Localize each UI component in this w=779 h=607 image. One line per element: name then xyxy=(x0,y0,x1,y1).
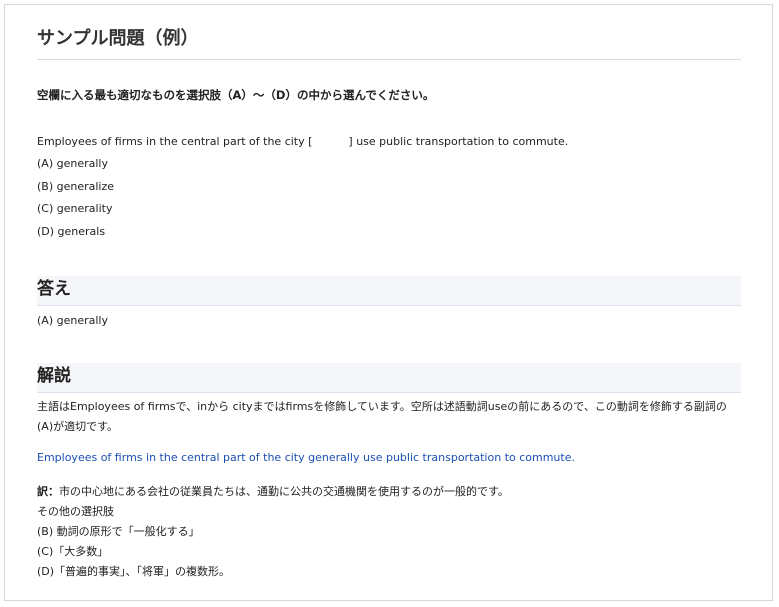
question-after-blank: ] use public transportation to commute. xyxy=(348,135,569,148)
page-frame: サンプル問題（例） 空欄に入る最も適切なものを選択肢（A）～（D）の中から選んで… xyxy=(4,4,773,601)
translation-label: 訳： xyxy=(37,485,59,498)
choice-a: (A) generally xyxy=(37,157,108,170)
other-choices-list: (B) 動詞の原形で「一般化する」 (C)「大多数」 (D)「普遍的事実」、「将… xyxy=(37,522,509,582)
question-sentence: Employees of firms in the central part o… xyxy=(37,135,568,148)
choice-c: (C) generality xyxy=(37,202,113,215)
answer-heading: 答え xyxy=(37,276,741,306)
page-title: サンプル問題（例） xyxy=(37,27,741,60)
other-choices-label: その他の選択肢 xyxy=(37,505,114,518)
choice-d: (D) generals xyxy=(37,224,106,238)
translation-block: 訳：市の中心地にある会社の従業員たちは、通勤に公共の交通機関を使用するのが一般的… xyxy=(37,482,509,582)
translation-text: 市の中心地にある会社の従業員たちは、通勤に公共の交通機関を使用するのが一般的です… xyxy=(59,485,509,498)
other-choice-b: (B) 動詞の原形で「一般化する」 xyxy=(37,525,200,538)
choice-b: (B) generalize xyxy=(37,179,115,193)
example-sentence: Employees of firms in the central part o… xyxy=(37,451,575,464)
other-choice-c: (C)「大多数」 xyxy=(37,545,109,558)
choice-list: (A) generally (B) generalize (C) general… xyxy=(37,157,114,247)
answer-text: (A) generally xyxy=(37,314,108,327)
translation-line: 訳：市の中心地にある会社の従業員たちは、通勤に公共の交通機関を使用するのが一般的… xyxy=(37,482,509,502)
question-before-blank: Employees of firms in the central part o… xyxy=(37,135,313,148)
explanation-body: 主語はEmployees of firmsで、inから cityまではfirms… xyxy=(37,400,727,433)
instruction-text: 空欄に入る最も適切なものを選択肢（A）～（D）の中から選んでください。 xyxy=(37,88,435,102)
other-choice-d: (D)「普遍的事実」、「将軍」の複数形。 xyxy=(37,565,231,578)
explanation-heading: 解説 xyxy=(37,363,741,393)
